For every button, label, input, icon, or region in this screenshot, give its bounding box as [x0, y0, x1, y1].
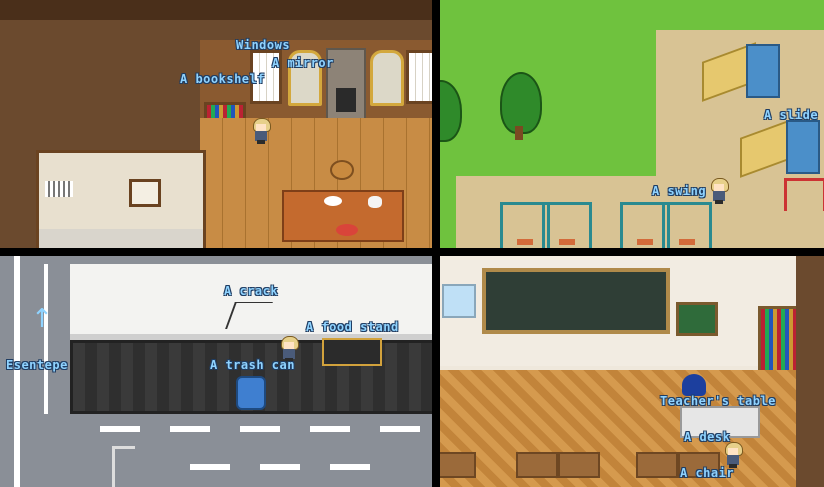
window-right: [406, 50, 432, 104]
player-character: [252, 118, 271, 144]
bar-frame: [784, 178, 824, 211]
crack-mark: [225, 302, 273, 329]
street-lamp: [112, 446, 135, 487]
teachers-chair: [682, 374, 706, 396]
lane-line-inner: [44, 264, 48, 414]
bookshelf-label: A bookshelf: [180, 72, 265, 86]
windows-label: Windows: [236, 38, 291, 52]
classroom-side-wall: [796, 256, 824, 487]
mirror-label: A mirror: [272, 56, 334, 70]
kitchen-counter: [39, 229, 203, 248]
slide-ladder-bottom: [786, 120, 820, 174]
street-name-label: Esentepe: [6, 358, 68, 372]
student-desk: [440, 452, 476, 478]
road: [0, 416, 432, 487]
blackboard: [482, 268, 670, 334]
tree: [500, 72, 542, 134]
small-window: [129, 179, 161, 207]
playground-scene-panel: A slide A swing: [440, 0, 824, 248]
classroom-scene-panel: Teacher's table A desk A chair: [440, 256, 824, 487]
student-desk: [636, 452, 678, 478]
slide-ladder-top: [746, 44, 780, 98]
chair-label: A chair: [680, 466, 735, 480]
crack-label: A crack: [224, 284, 279, 298]
slide-label: A slide: [764, 108, 819, 122]
tree-left: [440, 80, 462, 142]
swing-2: [542, 202, 592, 248]
trash-can: [236, 376, 266, 410]
mirror-right: [370, 50, 404, 106]
notice-board: [676, 302, 718, 336]
swing-4: [662, 202, 712, 248]
food-stand: [322, 338, 382, 366]
kitchen-wall: [36, 150, 206, 248]
radiator: [45, 181, 73, 197]
food-stand-label: A food stand: [306, 320, 399, 334]
player-character: [724, 442, 743, 468]
player-character: [710, 178, 729, 204]
student-desk: [558, 452, 600, 478]
street-scene-panel: ↑ A crack A food stand A trash can Esent…: [0, 256, 432, 487]
student-desk: [516, 452, 558, 478]
tree-trunk: [515, 126, 523, 140]
classroom-window: [442, 284, 476, 318]
desk-label: A desk: [684, 430, 731, 444]
dining-table: [282, 190, 404, 242]
swing-label: A swing: [652, 184, 707, 198]
roof-edge: [0, 0, 432, 20]
teachers-table-label: Teacher's table: [660, 394, 776, 408]
classroom-bookshelf: [758, 306, 800, 374]
house-scene-panel: Windows A mirror A bookshelf: [0, 0, 432, 248]
stool: [330, 160, 354, 180]
trash-can-label: A trash can: [210, 358, 295, 372]
up-arrow-icon: ↑: [31, 304, 53, 334]
